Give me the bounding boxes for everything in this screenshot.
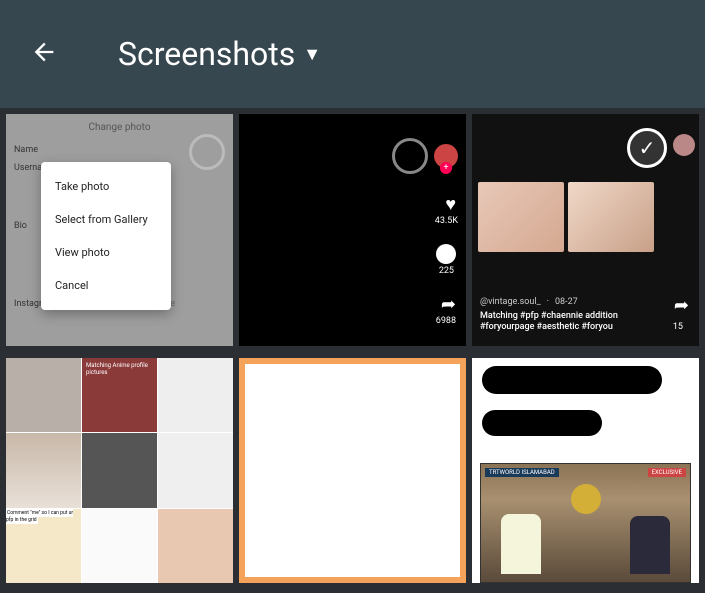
video-caption: @vintage.soul_ · 08-27 Matching #pfp #ch… (480, 297, 640, 334)
collage-cell (6, 433, 81, 507)
checkmark-icon: ✓ (627, 128, 667, 168)
face-image (568, 182, 654, 252)
share-count: 15 (673, 322, 683, 332)
screenshot-thumbnail[interactable]: Matching Anime profile pictures Comment … (6, 358, 233, 583)
chevron-down-icon: ▼ (303, 44, 321, 65)
avatar-icon (673, 134, 695, 156)
selection-circle-icon (392, 138, 428, 174)
post-date: 08-27 (555, 297, 578, 309)
network-badge: TRTWORLD ISLAMABAD (485, 468, 559, 477)
screenshot-thumbnail[interactable]: + ♥ 43.5K 225 ➦ 6988 (239, 114, 466, 346)
app-header: Screenshots ▼ (0, 0, 705, 108)
collage-cell (82, 433, 157, 507)
share-icon: ➦ (674, 295, 689, 316)
folder-title-dropdown[interactable]: Screenshots ▼ (118, 35, 321, 73)
share-count: 6988 (436, 316, 456, 326)
screenshot-thumbnail[interactable]: TRTWORLD ISLAMABAD EXCLUSIVE (472, 358, 699, 583)
collage-cell (158, 433, 233, 507)
date-separator: · (547, 297, 549, 309)
collage-cell (6, 358, 81, 432)
caption-line: Matching #pfp #chaennie addition (480, 311, 640, 323)
take-photo-option: Take photo (41, 170, 171, 203)
arrow-left-icon (30, 38, 58, 66)
face-image (478, 182, 564, 252)
screenshot-thumbnail[interactable]: Change photo Name Username Bio Instagram… (6, 114, 233, 346)
collage-cell (82, 509, 157, 583)
person-figure (501, 514, 541, 574)
collage-cell (158, 358, 233, 432)
back-button[interactable] (20, 28, 68, 80)
collage-cell: Comment "me" so I can put ur pfp in the … (6, 509, 81, 583)
comment-icon (436, 244, 456, 264)
collage-cell: Matching Anime profile pictures (82, 358, 157, 432)
name-label: Name (14, 145, 59, 155)
username-text: @vintage.soul_ (480, 297, 541, 309)
redacted-bar (482, 410, 602, 436)
like-count: 43.5K (435, 216, 458, 226)
photo-options-dialog: Take photo Select from Gallery View phot… (41, 162, 171, 310)
matching-pfp-images (478, 182, 654, 252)
folder-title-text: Screenshots (118, 35, 295, 73)
person-figure (630, 516, 670, 574)
collage-cell (158, 509, 233, 583)
emblem-icon (571, 484, 601, 514)
redacted-bar (482, 366, 662, 394)
comment-count: 225 (439, 266, 454, 276)
thumbnail-grid-row2: Matching Anime profile pictures Comment … (0, 352, 705, 589)
heart-icon: ♥ (445, 194, 456, 215)
caption-line: #foryourpage #aesthetic #foryou (480, 322, 640, 334)
exclusive-badge: EXCLUSIVE (648, 468, 686, 477)
selection-circle-icon (189, 134, 225, 170)
screenshot-thumbnail-selected[interactable]: ✓ @vintage.soul_ · 08-27 Matching #pfp #… (472, 114, 699, 346)
thumbnail-grid: Change photo Name Username Bio Instagram… (0, 108, 705, 352)
view-photo-option: View photo (41, 236, 171, 269)
select-gallery-option: Select from Gallery (41, 203, 171, 236)
follow-plus-icon: + (440, 162, 452, 174)
screenshot-thumbnail[interactable] (239, 358, 466, 583)
cancel-option: Cancel (41, 269, 171, 302)
interview-frame: TRTWORLD ISLAMABAD EXCLUSIVE (480, 463, 691, 583)
share-icon: ➦ (441, 294, 456, 315)
